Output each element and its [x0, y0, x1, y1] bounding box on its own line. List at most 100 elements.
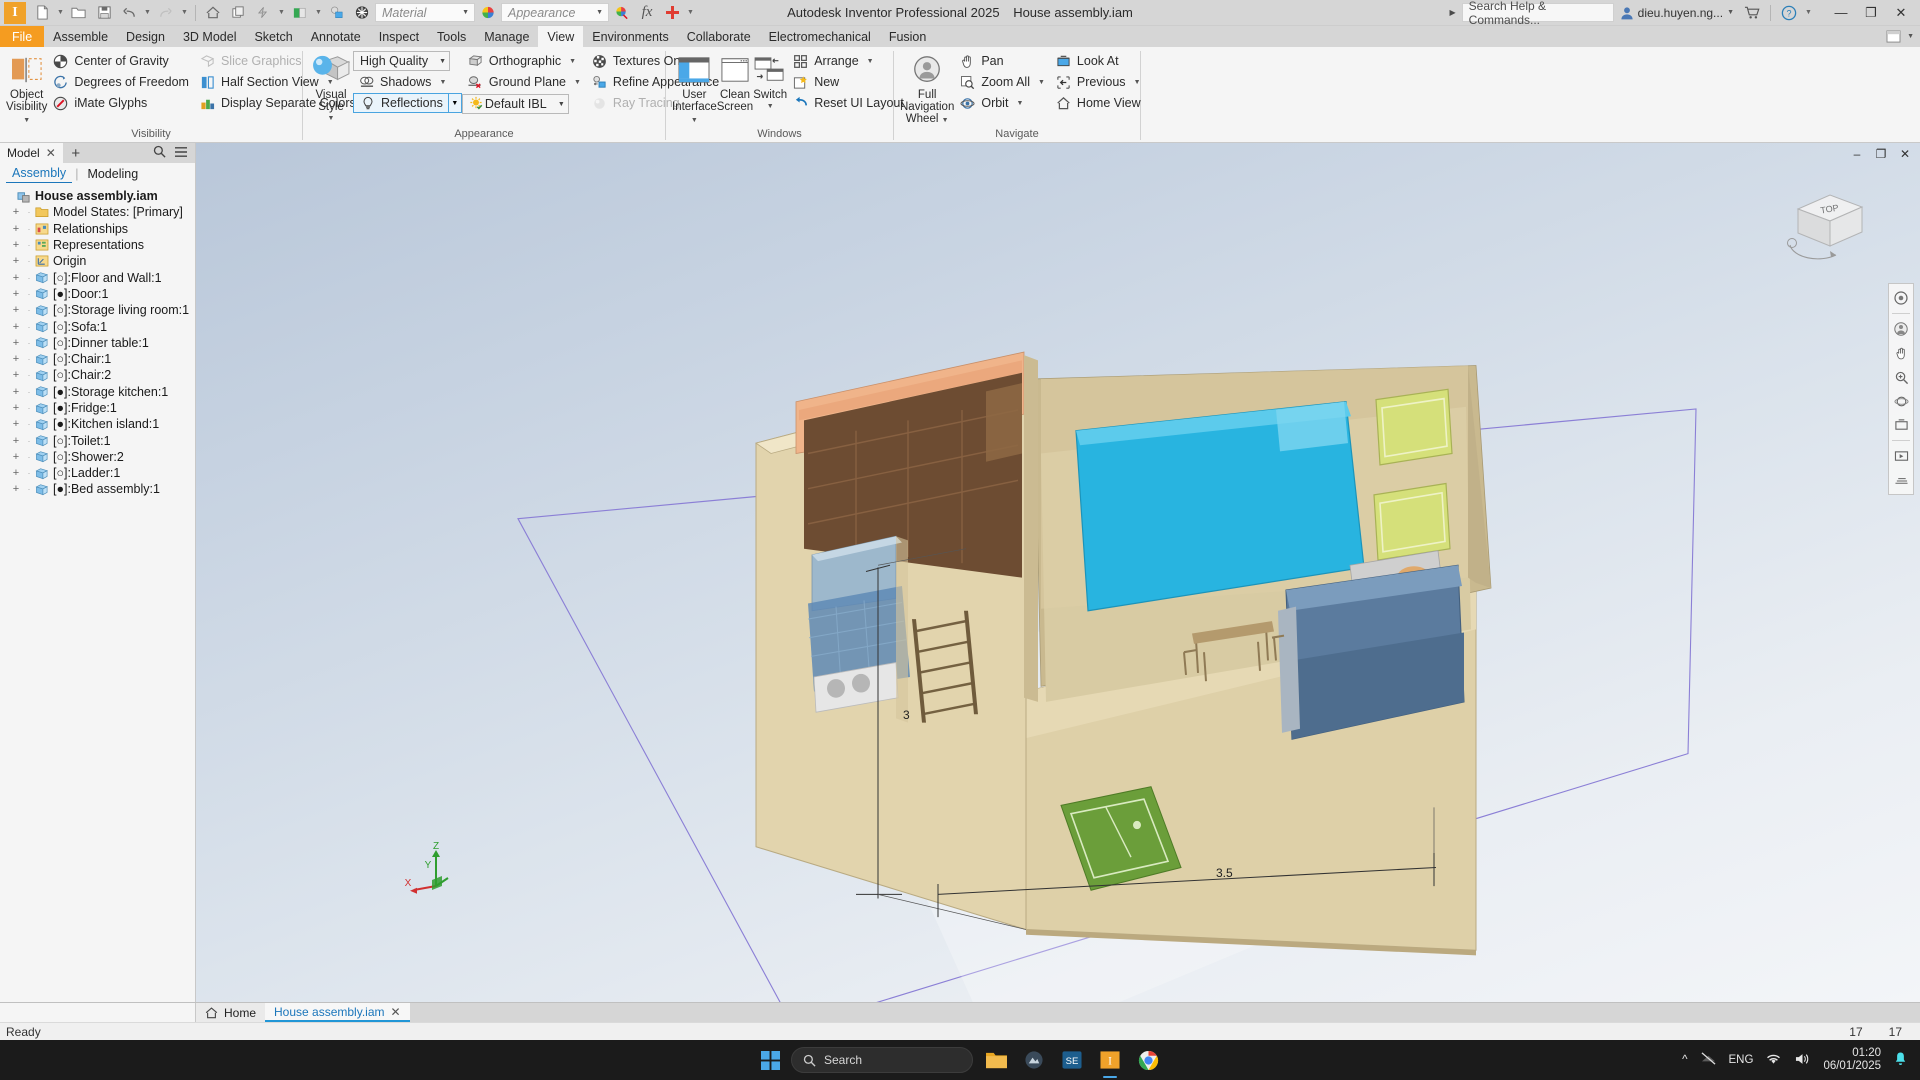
- tab-view[interactable]: View: [538, 26, 584, 47]
- chevron-down-icon[interactable]: ▼: [867, 58, 874, 65]
- viewport-close-icon[interactable]: ✕: [1894, 145, 1916, 163]
- subtab-modeling[interactable]: Modeling: [81, 165, 144, 183]
- expand-icon[interactable]: +: [8, 223, 24, 235]
- shadows-button[interactable]: Shadows ▼: [353, 72, 462, 92]
- ground-plane-settings-icon[interactable]: [1890, 469, 1912, 491]
- orthographic-button[interactable]: Orthographic ▼: [462, 51, 586, 71]
- doctab-home[interactable]: Home: [196, 1003, 266, 1022]
- help-dropdown-icon[interactable]: ▼: [1803, 2, 1814, 24]
- view-cube-home-icon[interactable]: [1890, 287, 1912, 309]
- height-dimension-value[interactable]: 3: [903, 708, 910, 722]
- minimize-button[interactable]: —: [1826, 1, 1856, 25]
- expand-icon[interactable]: +: [8, 239, 24, 251]
- viewport-minimize-icon[interactable]: ‒: [1846, 145, 1868, 163]
- volume-icon[interactable]: [1794, 1052, 1811, 1069]
- expand-icon[interactable]: +: [8, 206, 24, 218]
- expand-icon[interactable]: +: [8, 321, 24, 333]
- inventor-logo-icon[interactable]: I: [4, 1, 26, 24]
- material-combo[interactable]: Material ▼: [375, 3, 475, 22]
- appearance-combo[interactable]: Appearance ▼: [501, 3, 609, 22]
- material-dropdown-icon[interactable]: ▼: [313, 2, 324, 24]
- chevron-down-icon[interactable]: ▼: [1038, 79, 1045, 86]
- browser-menu-icon[interactable]: [174, 146, 188, 161]
- degrees-of-freedom-button[interactable]: Degrees of Freedom: [47, 72, 194, 92]
- tab-sketch[interactable]: Sketch: [245, 26, 301, 47]
- tray-expand-icon[interactable]: ^: [1682, 1054, 1687, 1066]
- file-explorer-icon[interactable]: [981, 1045, 1011, 1075]
- chevron-down-icon[interactable]: ▼: [1016, 100, 1023, 107]
- viewport-restore-icon[interactable]: ❐: [1870, 145, 1892, 163]
- chevron-down-icon[interactable]: ▼: [596, 9, 606, 16]
- redo-dropdown-icon[interactable]: ▼: [179, 2, 190, 24]
- user-interface-button[interactable]: User Interface ▼: [672, 51, 717, 127]
- tree-node[interactable]: + · [●]:Kitchen island:1: [0, 416, 195, 432]
- chevron-down-icon[interactable]: ▼: [574, 79, 581, 86]
- expand-icon[interactable]: +: [8, 337, 24, 349]
- view-cube[interactable]: TOP: [1780, 183, 1872, 272]
- reset-ui-layout-button[interactable]: Reset UI Layout: [787, 93, 909, 113]
- tree-node[interactable]: + · [○]:Storage living room:1: [0, 302, 195, 318]
- chevron-down-icon[interactable]: ▼: [942, 117, 949, 124]
- chevron-down-icon[interactable]: ▼: [753, 101, 787, 113]
- 3d-viewport[interactable]: ‒ ❐ ✕ TOP 3 3.5 Z X Y: [196, 143, 1920, 1002]
- expand-icon[interactable]: +: [8, 386, 24, 398]
- tree-node[interactable]: + · [●]:Fridge:1: [0, 400, 195, 416]
- appearance-picker-icon[interactable]: [610, 2, 634, 24]
- pan-tool-icon[interactable]: [1890, 342, 1912, 364]
- tree-node[interactable]: + · Relationships: [0, 221, 195, 237]
- tree-node[interactable]: + · [●]:Door:1: [0, 286, 195, 302]
- return-icon[interactable]: [226, 2, 250, 24]
- look-at-button[interactable]: Look At: [1050, 51, 1146, 71]
- reflections-button[interactable]: Reflections: [353, 93, 449, 113]
- chevron-down-icon[interactable]: ▼: [439, 58, 446, 65]
- notifications-icon[interactable]: [1893, 1051, 1908, 1070]
- chevron-down-icon[interactable]: ▼: [462, 9, 472, 16]
- expand-icon[interactable]: +: [8, 353, 24, 365]
- material-swatch-icon[interactable]: [288, 2, 312, 24]
- tab-annotate[interactable]: Annotate: [302, 26, 370, 47]
- tab-environments[interactable]: Environments: [583, 26, 677, 47]
- tab-assemble[interactable]: Assemble: [44, 26, 117, 47]
- restore-button[interactable]: ❐: [1856, 1, 1886, 25]
- help-icon[interactable]: ?: [1777, 2, 1801, 24]
- taskbar-search-input[interactable]: Search: [791, 1047, 973, 1073]
- tab-fusion[interactable]: Fusion: [880, 26, 936, 47]
- new-file-dropdown-icon[interactable]: ▼: [55, 2, 66, 24]
- update-dropdown-icon[interactable]: ▼: [276, 2, 287, 24]
- reflections-dropdown-icon[interactable]: ▼: [448, 93, 462, 113]
- imate-glyphs-button[interactable]: iMate Glyphs: [47, 93, 194, 113]
- full-navigation-wheel-button[interactable]: Full Navigation Wheel ▼: [900, 51, 954, 127]
- expand-icon[interactable]: +: [8, 272, 24, 284]
- ibl-select[interactable]: Default IBL ▼: [461, 94, 569, 114]
- language-indicator[interactable]: ENG: [1729, 1054, 1754, 1066]
- subtab-assembly[interactable]: Assembly: [6, 164, 73, 183]
- tab-inspect[interactable]: Inspect: [370, 26, 428, 47]
- close-button[interactable]: ✕: [1886, 1, 1916, 25]
- chrome-icon[interactable]: [1133, 1045, 1163, 1075]
- new-window-button[interactable]: New: [787, 72, 909, 92]
- zoom-all-button[interactable]: Zoom All ▼: [954, 72, 1050, 92]
- tree-node[interactable]: + · [○]:Dinner table:1: [0, 335, 195, 351]
- tab-file[interactable]: File: [0, 26, 45, 47]
- appearance-color-wheel-icon[interactable]: [476, 2, 500, 24]
- search-expand-icon[interactable]: ▶: [1450, 8, 1456, 17]
- expand-icon[interactable]: +: [8, 451, 24, 463]
- full-navigation-wheel-icon[interactable]: [1890, 318, 1912, 340]
- expand-icon[interactable]: +: [8, 402, 24, 414]
- user-account-menu[interactable]: dieu.huyen.ng... ▼: [1616, 6, 1738, 20]
- update-icon[interactable]: [251, 2, 275, 24]
- browser-tab-model[interactable]: Model ✕: [0, 143, 63, 163]
- close-icon[interactable]: ✕: [391, 1005, 401, 1019]
- chevron-down-icon[interactable]: ▼: [691, 117, 698, 124]
- visual-style-button[interactable]: Visual Style ▼: [309, 51, 353, 125]
- sketchup-icon[interactable]: SE: [1057, 1045, 1087, 1075]
- chevron-down-icon[interactable]: ▼: [309, 113, 353, 125]
- chevron-down-icon[interactable]: ▼: [558, 101, 565, 108]
- zoom-tool-icon[interactable]: [1890, 366, 1912, 388]
- redo-icon[interactable]: [154, 2, 178, 24]
- expand-icon[interactable]: +: [8, 255, 24, 267]
- chevron-down-icon[interactable]: ▼: [569, 58, 576, 65]
- tab-tools[interactable]: Tools: [428, 26, 475, 47]
- tab-electromechanical[interactable]: Electromechanical: [760, 26, 880, 47]
- app-store-icon[interactable]: [1019, 1045, 1049, 1075]
